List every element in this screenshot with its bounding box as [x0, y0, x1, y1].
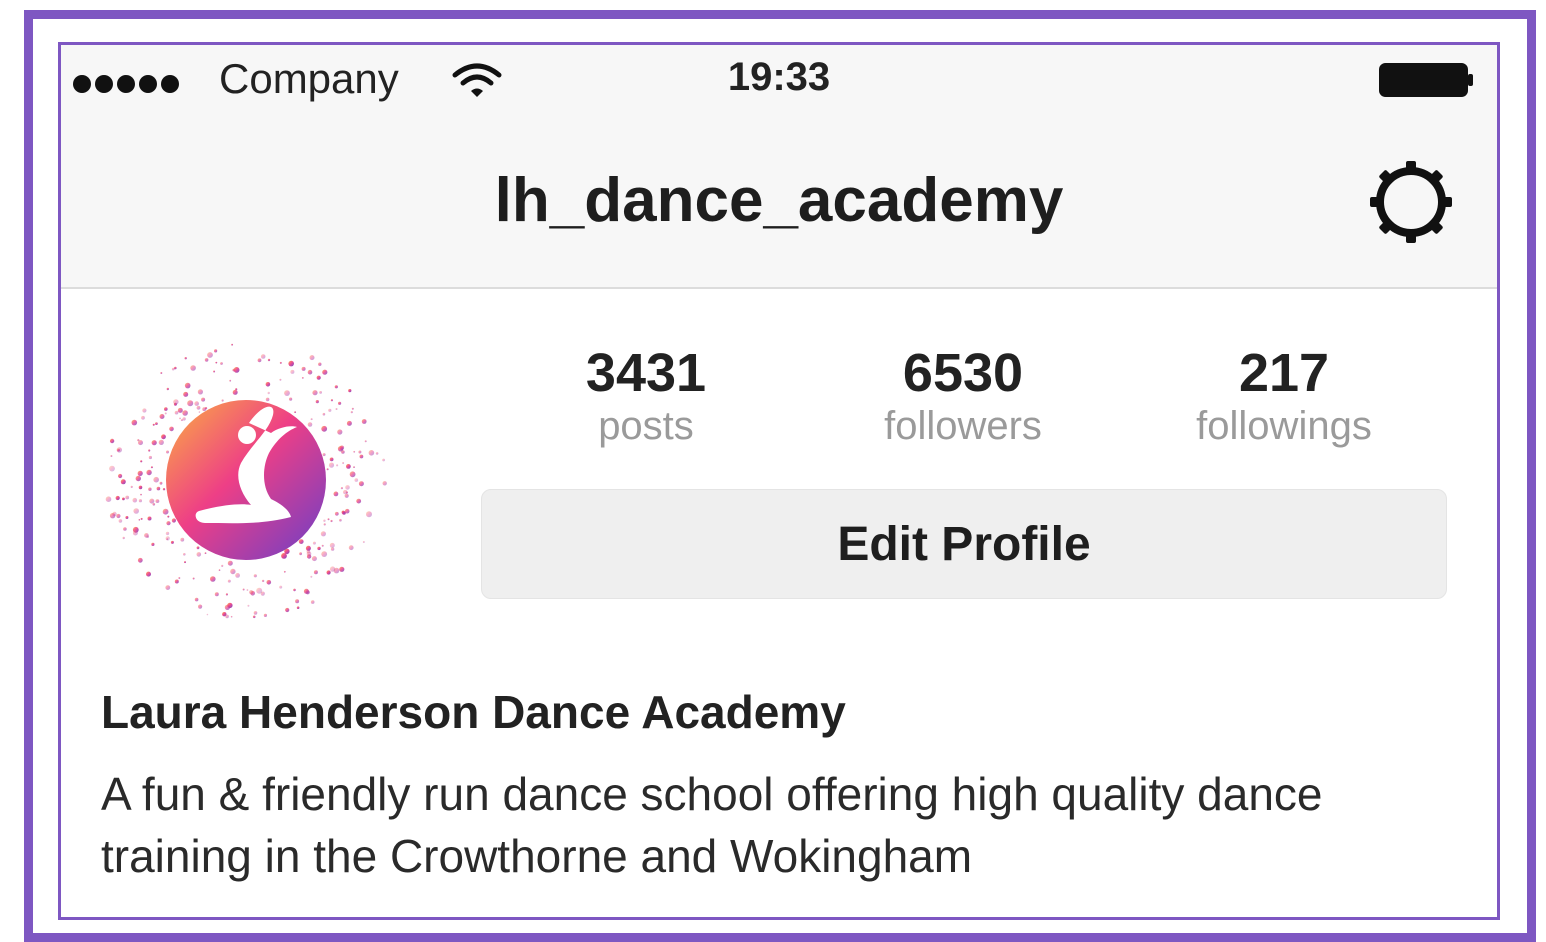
- followers-stat[interactable]: 6530 followers: [843, 343, 1083, 449]
- followings-label: followings: [1196, 404, 1372, 448]
- followers-count: 6530: [902, 343, 1024, 403]
- phone-screen: Company 19:33 lh_dance_academy 3431 post…: [58, 42, 1500, 920]
- avatar[interactable]: [101, 335, 391, 625]
- wifi-icon: [451, 61, 503, 106]
- profile-bio: A fun & friendly run dance school offeri…: [101, 768, 1323, 882]
- carrier-name: Company: [219, 55, 399, 102]
- status-bar: Company 19:33: [61, 45, 1497, 115]
- profile-display-name: Laura Henderson Dance Academy: [101, 686, 846, 738]
- edit-profile-button[interactable]: Edit Profile: [481, 489, 1447, 599]
- followers-label: followers: [884, 404, 1042, 448]
- battery-icon: [1379, 63, 1475, 102]
- gear-icon[interactable]: [1366, 157, 1456, 247]
- followings-stat[interactable]: 217 followings: [1164, 343, 1404, 449]
- followings-count: 217: [1238, 343, 1330, 403]
- profile-username: lh_dance_academy: [494, 166, 1064, 235]
- signal-dots-icon: [73, 75, 179, 93]
- posts-count: 3431: [585, 343, 707, 403]
- navigation-bar: lh_dance_academy: [61, 115, 1497, 289]
- posts-stat[interactable]: 3431 posts: [526, 343, 766, 449]
- posts-label: posts: [598, 404, 694, 448]
